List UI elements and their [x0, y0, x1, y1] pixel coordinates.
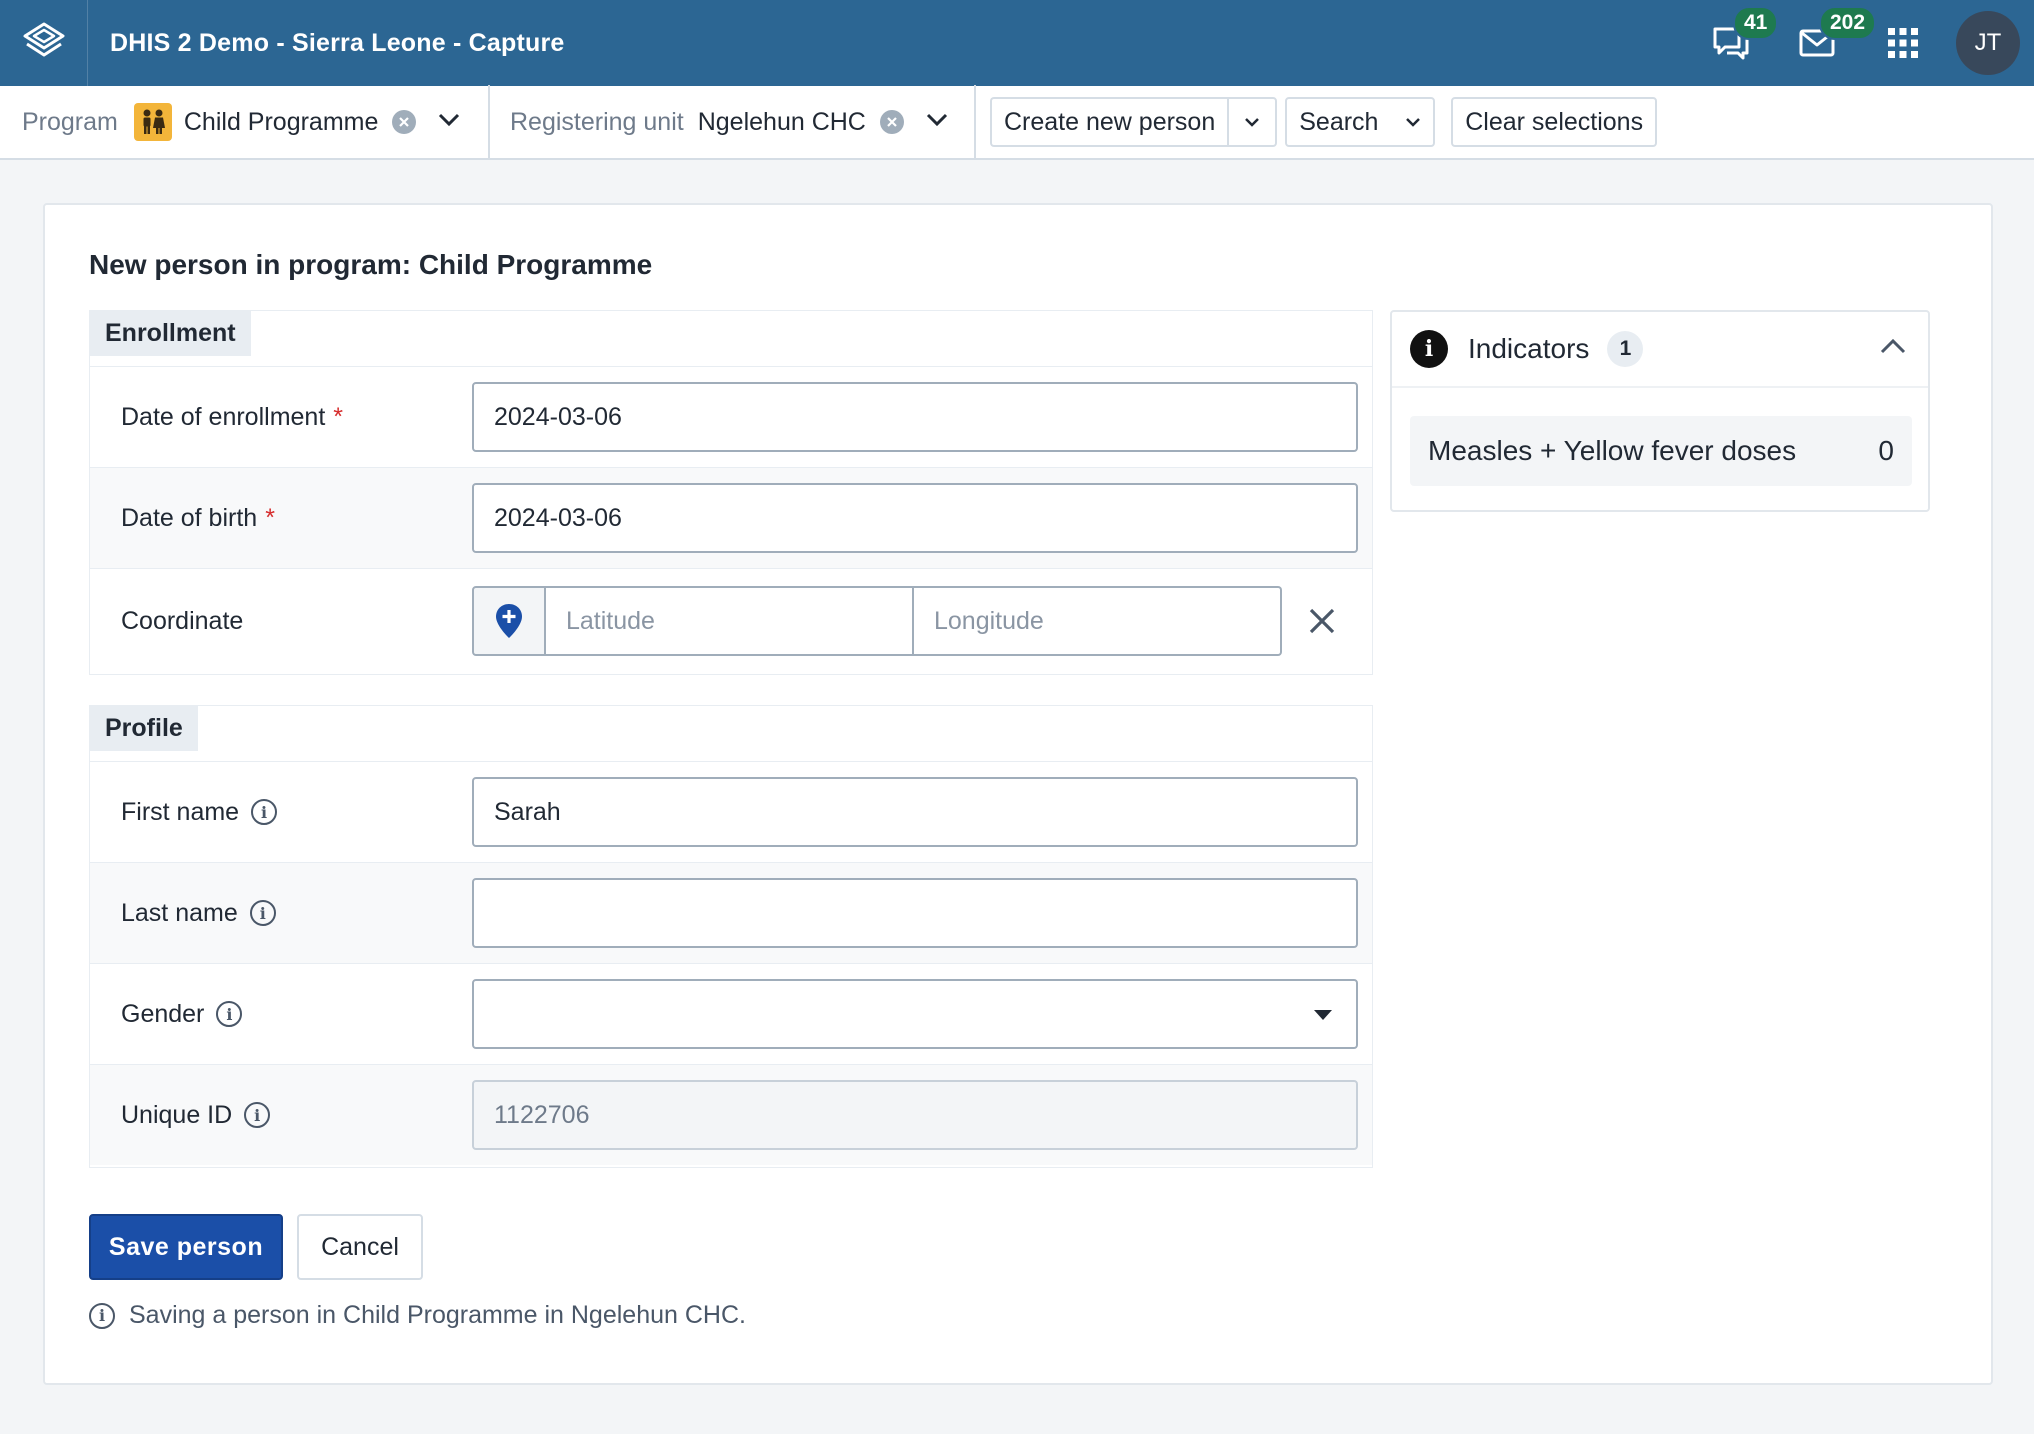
required-marker: *: [333, 402, 344, 431]
header-bar: DHIS 2 Demo - Sierra Leone - Capture 41 …: [0, 0, 2034, 86]
info-icon[interactable]: i: [251, 799, 278, 825]
indicators-header[interactable]: i Indicators 1: [1392, 312, 1928, 388]
indicators-count-badge: 1: [1607, 331, 1644, 367]
indicators-title: Indicators: [1468, 333, 1590, 364]
info-icon[interactable]: i: [244, 1102, 271, 1128]
birth-date-row: Date of birth * 2024-03-06: [90, 467, 1372, 568]
unique-id-row: Unique ID i 1122706: [90, 1064, 1372, 1165]
page-title: New person in program: Child Programme: [89, 249, 653, 280]
info-icon: i: [89, 1302, 115, 1329]
org-unit-selector-label: Registering unit: [510, 107, 684, 136]
close-icon: [1309, 608, 1335, 634]
save-info-text: Saving a person in Child Programme in Ng…: [129, 1301, 746, 1329]
indicator-value: 0: [1878, 435, 1894, 466]
create-new-options-button[interactable]: [1227, 97, 1278, 147]
org-unit-chevron-down-icon[interactable]: [926, 113, 948, 132]
caret-down-icon: [1314, 1010, 1332, 1020]
clear-selections-button[interactable]: Clear selections: [1451, 97, 1658, 147]
program-clear-icon[interactable]: [392, 110, 417, 134]
info-icon[interactable]: i: [249, 900, 276, 926]
last-name-label: Last name: [121, 898, 238, 927]
chevron-up-icon[interactable]: [1880, 338, 1906, 359]
enrollment-date-label: Date of enrollment: [121, 402, 326, 431]
program-chevron-down-icon[interactable]: [438, 113, 460, 132]
save-person-button[interactable]: Save person: [89, 1214, 283, 1280]
dhis2-logo-icon[interactable]: [0, 0, 88, 86]
info-icon: i: [1410, 330, 1448, 368]
context-selector-bar: Program Child Programme Registering unit…: [0, 85, 2034, 160]
gender-select[interactable]: [472, 979, 1358, 1049]
first-name-input[interactable]: Sarah: [472, 777, 1358, 847]
gender-row: Gender i: [90, 963, 1372, 1064]
last-name-row: Last name i: [90, 862, 1372, 963]
cancel-button[interactable]: Cancel: [297, 1214, 423, 1280]
save-info-note: i Saving a person in Child Programme in …: [89, 1301, 746, 1330]
apps-menu-button[interactable]: [1860, 0, 1946, 86]
program-selector-label: Program: [22, 107, 118, 136]
create-new-person-button[interactable]: Create new person: [990, 97, 1228, 147]
children-icon: [133, 103, 172, 141]
search-button-label: Search: [1299, 107, 1379, 136]
map-picker-button[interactable]: [472, 586, 546, 656]
unique-id-label: Unique ID: [121, 1100, 233, 1129]
program-selector[interactable]: Program Child Programme: [0, 85, 490, 159]
indicator-name: Measles + Yellow fever doses: [1428, 435, 1797, 466]
latitude-input[interactable]: Latitude: [546, 586, 914, 656]
messages-button[interactable]: 202: [1774, 0, 1877, 86]
enrollment-form-card: New person in program: Child Programme E…: [43, 203, 1993, 1385]
chevron-down-icon: [1406, 118, 1421, 127]
search-button[interactable]: Search: [1285, 97, 1436, 147]
coordinate-clear-button[interactable]: [1302, 601, 1342, 641]
enrollment-date-input[interactable]: 2024-03-06: [472, 382, 1358, 452]
org-unit-selector[interactable]: Registering unit Ngelehun CHC: [490, 85, 976, 159]
gender-label: Gender: [121, 999, 205, 1028]
org-unit-clear-icon[interactable]: [879, 110, 904, 134]
enrollment-date-row: Date of enrollment * 2024-03-06: [90, 366, 1372, 467]
birth-date-input[interactable]: 2024-03-06: [472, 483, 1358, 553]
program-selector-value: Child Programme: [183, 107, 379, 136]
org-unit-selector-value: Ngelehun CHC: [697, 107, 866, 136]
interpretations-badge: 41: [1733, 6, 1779, 40]
user-avatar[interactable]: JT: [1956, 11, 2020, 75]
interpretations-button[interactable]: 41: [1688, 0, 1779, 86]
first-name-row: First name i Sarah: [90, 761, 1372, 862]
first-name-label: First name: [121, 797, 240, 826]
profile-section-heading: Profile: [90, 706, 198, 751]
map-pin-icon: [496, 604, 522, 638]
profile-section: Profile First name i Sarah Last name i G…: [89, 705, 1373, 1168]
indicators-widget: i Indicators 1 Measles + Yellow fever do…: [1390, 310, 1930, 512]
unique-id-input: 1122706: [472, 1080, 1358, 1150]
longitude-input[interactable]: Longitude: [914, 586, 1282, 656]
enrollment-section-heading: Enrollment: [90, 311, 251, 356]
enrollment-section: Enrollment Date of enrollment * 2024-03-…: [89, 310, 1373, 675]
app-title: DHIS 2 Demo - Sierra Leone - Capture: [110, 28, 565, 57]
last-name-input[interactable]: [472, 878, 1358, 948]
chevron-down-icon: [1245, 118, 1260, 127]
info-icon[interactable]: i: [216, 1001, 243, 1027]
create-new-split-button: Create new person: [990, 97, 1278, 147]
coordinate-label: Coordinate: [121, 606, 244, 635]
birth-date-label: Date of birth: [121, 503, 258, 532]
required-marker: *: [265, 503, 275, 532]
coordinate-field: Latitude Longitude: [472, 586, 1342, 656]
indicator-item: Measles + Yellow fever doses 0: [1410, 416, 1912, 486]
coordinate-row: Coordinate Latitude Longitude: [90, 568, 1372, 673]
apps-grid-icon: [1888, 28, 1918, 58]
